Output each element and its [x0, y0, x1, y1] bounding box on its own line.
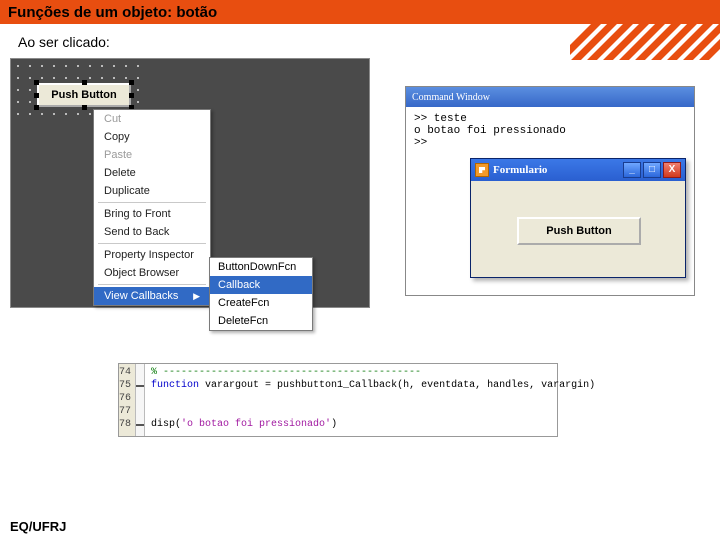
menu-view-callbacks-label: View Callbacks: [104, 290, 178, 302]
submenu-buttondownfcn[interactable]: ButtonDownFcn: [210, 258, 312, 276]
menu-duplicate[interactable]: Duplicate: [94, 182, 210, 200]
code-text: varargout = pushbutton1_Callback(h, even…: [199, 380, 595, 391]
code-comment: % --------------------------------------…: [151, 367, 421, 378]
menu-delete[interactable]: Delete: [94, 164, 210, 182]
editor-gutter: 74 75 76 77 78: [119, 364, 136, 436]
cmd-line-1: >> teste: [414, 113, 467, 125]
line-number: 75: [119, 379, 131, 392]
minimize-button[interactable]: _: [623, 162, 641, 178]
breakpoint-column[interactable]: [136, 364, 145, 436]
editor-snippet: 74 75 76 77 78 % -----------------------…: [118, 363, 558, 437]
menu-cut[interactable]: Cut: [94, 110, 210, 128]
close-button[interactable]: X: [663, 162, 681, 178]
cmd-line-2: o botao foi pressionado: [414, 125, 566, 137]
code-text: ): [331, 419, 337, 430]
callbacks-submenu[interactable]: ButtonDownFcn Callback CreateFcn DeleteF…: [209, 257, 313, 331]
menu-view-callbacks[interactable]: View Callbacks ▶: [94, 287, 210, 305]
command-window-body[interactable]: >> teste o botao foi pressionado >>: [406, 107, 694, 155]
formulario-titlebar[interactable]: Formulario _ □ X: [471, 159, 685, 181]
command-window-title: Command Window: [412, 92, 490, 103]
code-string: 'o botao foi pressionado': [181, 419, 331, 430]
submenu-arrow-icon: ▶: [193, 291, 200, 302]
window-buttons: _ □ X: [623, 162, 681, 178]
menu-send-back[interactable]: Send to Back: [94, 223, 210, 241]
line-number: 76: [119, 392, 131, 405]
menu-copy[interactable]: Copy: [94, 128, 210, 146]
selected-pushbutton-wrap: Push Button: [37, 83, 131, 107]
line-number: 74: [119, 366, 131, 379]
menu-separator: [98, 243, 206, 244]
editor-code[interactable]: % --------------------------------------…: [145, 364, 601, 436]
code-keyword: function: [151, 380, 199, 391]
exec-dash-icon: [136, 385, 144, 387]
footer-text: EQ/UFRJ: [10, 519, 66, 534]
formulario-client: Push Button: [471, 181, 685, 277]
formulario-push-button[interactable]: Push Button: [517, 217, 641, 245]
context-menu[interactable]: Cut Copy Paste Delete Duplicate Bring to…: [93, 109, 211, 306]
line-number: 77: [119, 405, 131, 418]
cmd-line-3: >>: [414, 137, 427, 149]
maximize-button[interactable]: □: [643, 162, 661, 178]
matlab-icon: [475, 163, 489, 177]
menu-bring-front[interactable]: Bring to Front: [94, 205, 210, 223]
submenu-createfcn[interactable]: CreateFcn: [210, 294, 312, 312]
menu-property-inspector[interactable]: Property Inspector: [94, 246, 210, 264]
submenu-callback[interactable]: Callback: [210, 276, 312, 294]
submenu-deletefcn[interactable]: DeleteFcn: [210, 312, 312, 330]
line-number: 78: [119, 418, 131, 431]
menu-separator: [98, 202, 206, 203]
menu-paste[interactable]: Paste: [94, 146, 210, 164]
code-text: disp(: [151, 419, 181, 430]
formulario-window[interactable]: Formulario _ □ X Push Button: [470, 158, 686, 278]
formulario-title: Formulario: [493, 164, 547, 176]
menu-object-browser[interactable]: Object Browser: [94, 264, 210, 282]
exec-dash-icon: [136, 424, 144, 426]
command-window-titlebar[interactable]: Command Window: [406, 87, 694, 107]
menu-separator: [98, 284, 206, 285]
guide-push-button[interactable]: Push Button: [37, 83, 131, 107]
guide-canvas: Push Button Cut Copy Paste Delete Duplic…: [10, 58, 370, 308]
slide-title: Funções de um objeto: botão: [8, 4, 217, 21]
header-hatch-decoration: [570, 0, 720, 60]
